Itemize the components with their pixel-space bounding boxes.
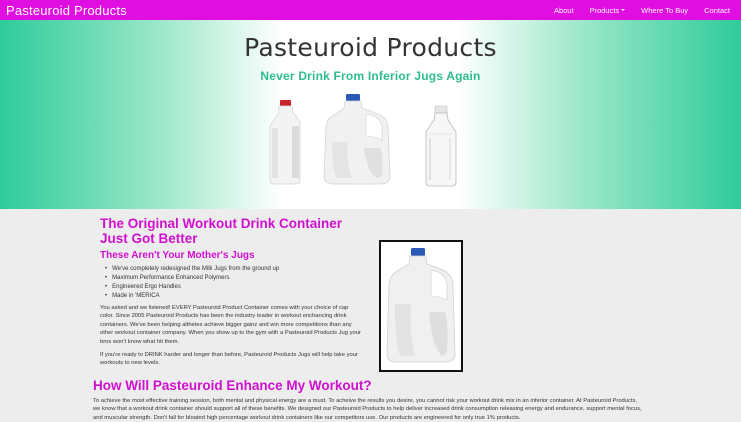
intro-paragraph: You asked and we listened! EVERY Pasteur… xyxy=(100,305,361,345)
list-item: Maximum Performance Enhanced Polymers xyxy=(105,274,279,283)
product-photo-frame xyxy=(379,240,463,372)
nav-about[interactable]: About xyxy=(554,6,574,15)
caret-down-icon xyxy=(621,9,626,11)
nav-contact[interactable]: Contact xyxy=(704,6,730,15)
list-item: Made in 'MERICA xyxy=(105,292,279,301)
section-heading-2: How Will Pasteuroid Enhance My Workout? xyxy=(93,378,372,393)
hero-banner: Pasteuroid Products Never Drink From Inf… xyxy=(0,20,741,209)
nav-links: About Products Where To Buy Contact xyxy=(538,6,730,15)
nav-products-label: Products xyxy=(589,5,620,15)
list-item: Engineered Ergo Handles xyxy=(105,283,279,292)
hero-subtitle: Never Drink From Inferior Jugs Again xyxy=(260,69,481,83)
benefits-paragraph: To achieve the most effective training s… xyxy=(93,398,642,421)
list-item: We've completely redesigned the Milk Jug… xyxy=(105,265,279,274)
brand-link[interactable]: Pasteuroid Products xyxy=(6,3,127,18)
gallon-jug-photo xyxy=(381,242,461,370)
section-subheading: These Aren't Your Mother's Jugs xyxy=(100,250,255,261)
glass-bottle-image xyxy=(425,105,457,187)
hero-title: Pasteuroid Products xyxy=(244,33,497,62)
gallon-jug-image xyxy=(323,94,391,185)
navbar: Pasteuroid Products About Products Where… xyxy=(0,0,741,20)
nav-where-to-buy[interactable]: Where To Buy xyxy=(641,6,688,15)
cta-paragraph: If you're ready to DRINK harder and long… xyxy=(100,352,358,367)
feature-list: We've completely redesigned the Milk Jug… xyxy=(105,265,279,301)
section-heading: The Original Workout Drink Container Jus… xyxy=(100,216,343,246)
half-gallon-jug-image xyxy=(269,100,301,185)
nav-products-dropdown[interactable]: Products xyxy=(590,6,626,15)
